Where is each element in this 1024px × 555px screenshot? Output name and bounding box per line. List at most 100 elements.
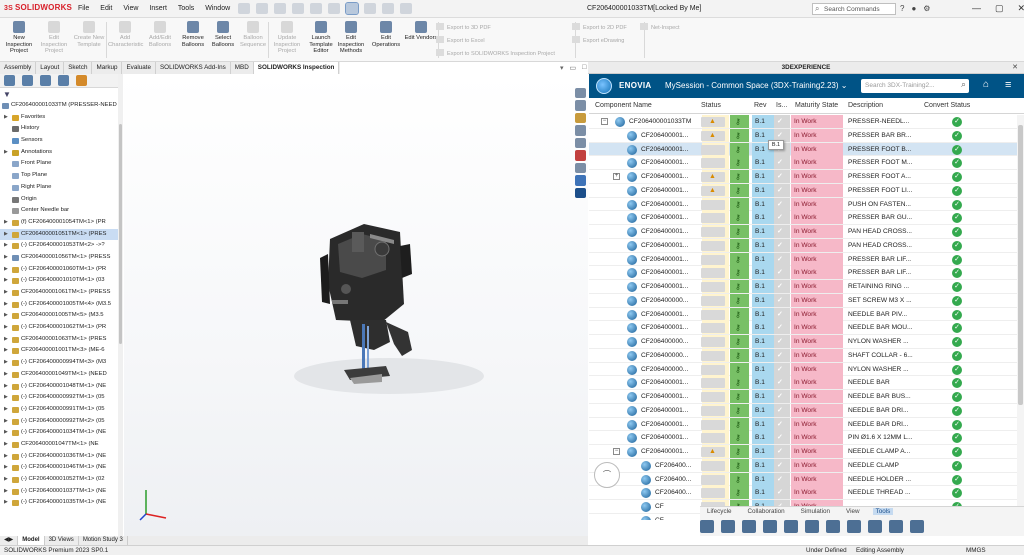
expand-arrow-icon[interactable]: ▶ [4, 369, 8, 381]
restore-button[interactable]: ▢ [995, 3, 1004, 14]
menu-item-view[interactable]: View [123, 5, 138, 12]
tree-item[interactable]: CF206400001033TM (PRESSER-NEED [0, 100, 118, 112]
component-row[interactable]: CF206400001... ⚷ B.1 ✓ In Work NEEDLE BAR BUS… [589, 390, 1017, 404]
close-button[interactable]: ✕ [1018, 3, 1024, 14]
tree-item[interactable]: Origin [0, 194, 118, 206]
component-row[interactable]: CF206400... ⚷ B.1 ✓ In Work NEEDLE THREAD ...… [589, 486, 1017, 500]
column-header-description[interactable]: Description [848, 102, 883, 109]
component-row[interactable]: CF206400000... ⚷ B.1 ✓ In Work SET SCREW M3 X… [589, 293, 1017, 308]
column-header-rev[interactable]: Rev [754, 102, 766, 109]
lock-icon[interactable]: ⌒ [594, 462, 620, 488]
expand-arrow-icon[interactable]: ▶ [4, 299, 8, 311]
tab-solidworks-inspection[interactable]: SOLIDWORKS Inspection [253, 62, 340, 74]
column-header-maturity-state[interactable]: Maturity State [795, 102, 838, 109]
tree-item[interactable]: History [0, 123, 118, 135]
tree-item[interactable]: ▶ (-) CF206400001036TM<1> (NE [0, 451, 118, 463]
tree-item[interactable]: ▶ (-) CF206400001034TM<1> (NE [0, 427, 118, 439]
solidworks-forum-icon[interactable] [575, 175, 586, 186]
tree-item[interactable]: ▶ CF206400001061TM<1> (PRESS [0, 287, 118, 299]
grid-tool-icon[interactable] [784, 520, 798, 533]
save-tool-icon[interactable] [700, 520, 714, 533]
open-icon[interactable] [274, 3, 286, 14]
component-row[interactable]: CF206400... ⚷ B.1 ✓ In Work NEEDLE CLAMP ✓ [589, 458, 1017, 473]
home-icon[interactable] [238, 3, 250, 14]
grid-scroll-thumb[interactable] [1018, 125, 1023, 405]
3dexperience-icon[interactable] [575, 187, 586, 198]
undo-icon[interactable] [328, 3, 340, 14]
expand-arrow-icon[interactable]: ▶ [4, 264, 8, 276]
expand-arrow-icon[interactable]: ▶ [4, 486, 8, 498]
expand-arrow-icon[interactable]: ▶ [4, 462, 8, 474]
tree-item[interactable]: ▶ (-) CF206400001035TM<1> (NE [0, 497, 118, 509]
export-tool-icon[interactable] [910, 520, 924, 533]
expand-arrow-icon[interactable]: ▶ [4, 334, 8, 346]
feature-tree-tab-icon[interactable] [4, 75, 15, 86]
component-row[interactable]: CF206400000... ⚷ B.1 ✓ In Work NYLON WASHER .… [589, 362, 1017, 377]
file-properties-icon[interactable] [382, 3, 394, 14]
column-header-convert-status[interactable]: Convert Status [924, 102, 970, 109]
tag-icon[interactable]: ⌂ [983, 79, 989, 90]
tree-scrollbar[interactable] [118, 74, 123, 536]
expand-arrow-icon[interactable]: ▶ [4, 416, 8, 428]
appearances-icon[interactable] [575, 150, 586, 161]
tree-scroll-thumb[interactable] [119, 124, 122, 344]
tree-item[interactable]: Front Plane [0, 158, 118, 170]
tree-item[interactable]: Center Needle bar [0, 205, 118, 217]
tab-sketch[interactable]: Sketch [64, 62, 93, 74]
tree-item[interactable]: Top Plane [0, 170, 118, 182]
ribbon-button-select-balloons[interactable]: Select Balloons [206, 21, 240, 48]
tab-solidworks-add-ins[interactable]: SOLIDWORKS Add-Ins [156, 62, 231, 74]
tree-item[interactable]: ▶ (-) CF206400001048TM<1> (NE [0, 381, 118, 393]
tree-item[interactable]: ▶ CF206400001051TM<1> (PRES [0, 228, 118, 241]
tree-item[interactable]: ▶ Favorites [0, 112, 118, 124]
upload-tool-icon[interactable] [805, 520, 819, 533]
user-icon[interactable]: ● [911, 4, 916, 13]
tree-item[interactable]: ▶ CF206400001049TM<1> (NEED [0, 369, 118, 381]
component-row[interactable]: − CF206400001033TM ▲ ⚷ B.1 ✓ In Work PRESSER-NE… [589, 115, 1017, 129]
database-tool-icon[interactable] [721, 520, 735, 533]
tree-item[interactable]: ▶ (-) CF206400001060TM<1> (PR [0, 264, 118, 276]
expand-arrow-icon[interactable]: ▶ [4, 451, 8, 463]
save-icon[interactable] [292, 3, 304, 14]
settings-icon[interactable]: ⚙ [923, 4, 930, 13]
help-icon[interactable]: ? [900, 4, 904, 13]
solidworks-logo[interactable]: 3S SOLIDWORKS [4, 3, 72, 12]
tree-item[interactable]: ▶ (-) CF206400001010TM<1> (03 [0, 275, 118, 287]
component-row[interactable]: CF206400001... ▲ ⚷ B.1 ✓ In Work PRESSER FOOT … [589, 183, 1017, 198]
component-row[interactable]: CF206400001... ▲ ⚷ B.1 ✓ In Work PRESSER BAR B… [589, 128, 1017, 143]
enovia-search-input[interactable]: Search 3DX-Training2... [861, 79, 969, 93]
expand-toggle-icon[interactable]: + [613, 173, 620, 180]
download-tool-icon[interactable] [826, 520, 840, 533]
model-tab-3d-views[interactable]: 3D Views [45, 536, 79, 545]
component-row[interactable]: CF206400001... ⚷ B.1 ✓ In Work NEEDLE BAR PIV… [589, 307, 1017, 322]
action-tab-collaboration[interactable]: Collaboration [745, 508, 788, 515]
component-row[interactable]: CF206400001... ⚷ B.1 ✓ In Work NEEDLE BAR DRI… [589, 403, 1017, 418]
expand-arrow-icon[interactable]: ▶ [4, 310, 8, 322]
ribbon-button-remove-balloons[interactable]: Remove Balloons [176, 21, 210, 48]
column-header-status[interactable]: Status [701, 102, 721, 109]
model-tab-motion-study-3[interactable]: Motion Study 3 [79, 536, 128, 545]
dimxpert-tab-icon[interactable] [58, 75, 69, 86]
tree-item[interactable]: Right Plane [0, 182, 118, 194]
component-row[interactable]: CF206400001... ⚷ B.1 ✓ In Work PIN Ø1.6 X 12M… [589, 431, 1017, 445]
expand-arrow-icon[interactable]: ▶ [4, 240, 8, 252]
maximize-icon[interactable]: □ [582, 64, 586, 72]
tag-tool-icon[interactable] [868, 520, 882, 533]
expand-arrow-icon[interactable]: ▶ [4, 345, 8, 357]
tree-item[interactable]: ▶ (f) CF206400001054TM<1> (PR [0, 217, 118, 229]
expand-arrow-icon[interactable]: ▶ [4, 287, 8, 299]
tab-evaluate[interactable]: Evaluate [122, 62, 156, 74]
expand-toggle-icon[interactable]: − [601, 118, 608, 125]
ribbon-button-launch-template-editor[interactable]: Launch Template Editor [304, 21, 338, 55]
expand-arrow-icon[interactable]: ▶ [4, 404, 8, 416]
tree-item[interactable]: ▶ (-) CF206400001052TM<1> (02 [0, 474, 118, 486]
menu-item-tools[interactable]: Tools [178, 5, 194, 12]
expand-arrow-icon[interactable]: ▶ [4, 112, 8, 124]
tab-markup[interactable]: Markup [92, 62, 123, 74]
tree-item[interactable]: Sensors [0, 135, 118, 147]
ribbon-button-edit-inspection-methods[interactable]: Edit Inspection Methods [334, 21, 368, 55]
component-row[interactable]: CF206400001... ⚷ B.1 ✓ In Work NEEDLE BAR ✓ [589, 376, 1017, 390]
compass-icon[interactable] [596, 78, 612, 94]
expand-arrow-icon[interactable]: ▶ [4, 217, 8, 229]
component-row[interactable]: CF206400000... ⚷ B.1 ✓ In Work SHAFT COLLAR -… [589, 348, 1017, 363]
